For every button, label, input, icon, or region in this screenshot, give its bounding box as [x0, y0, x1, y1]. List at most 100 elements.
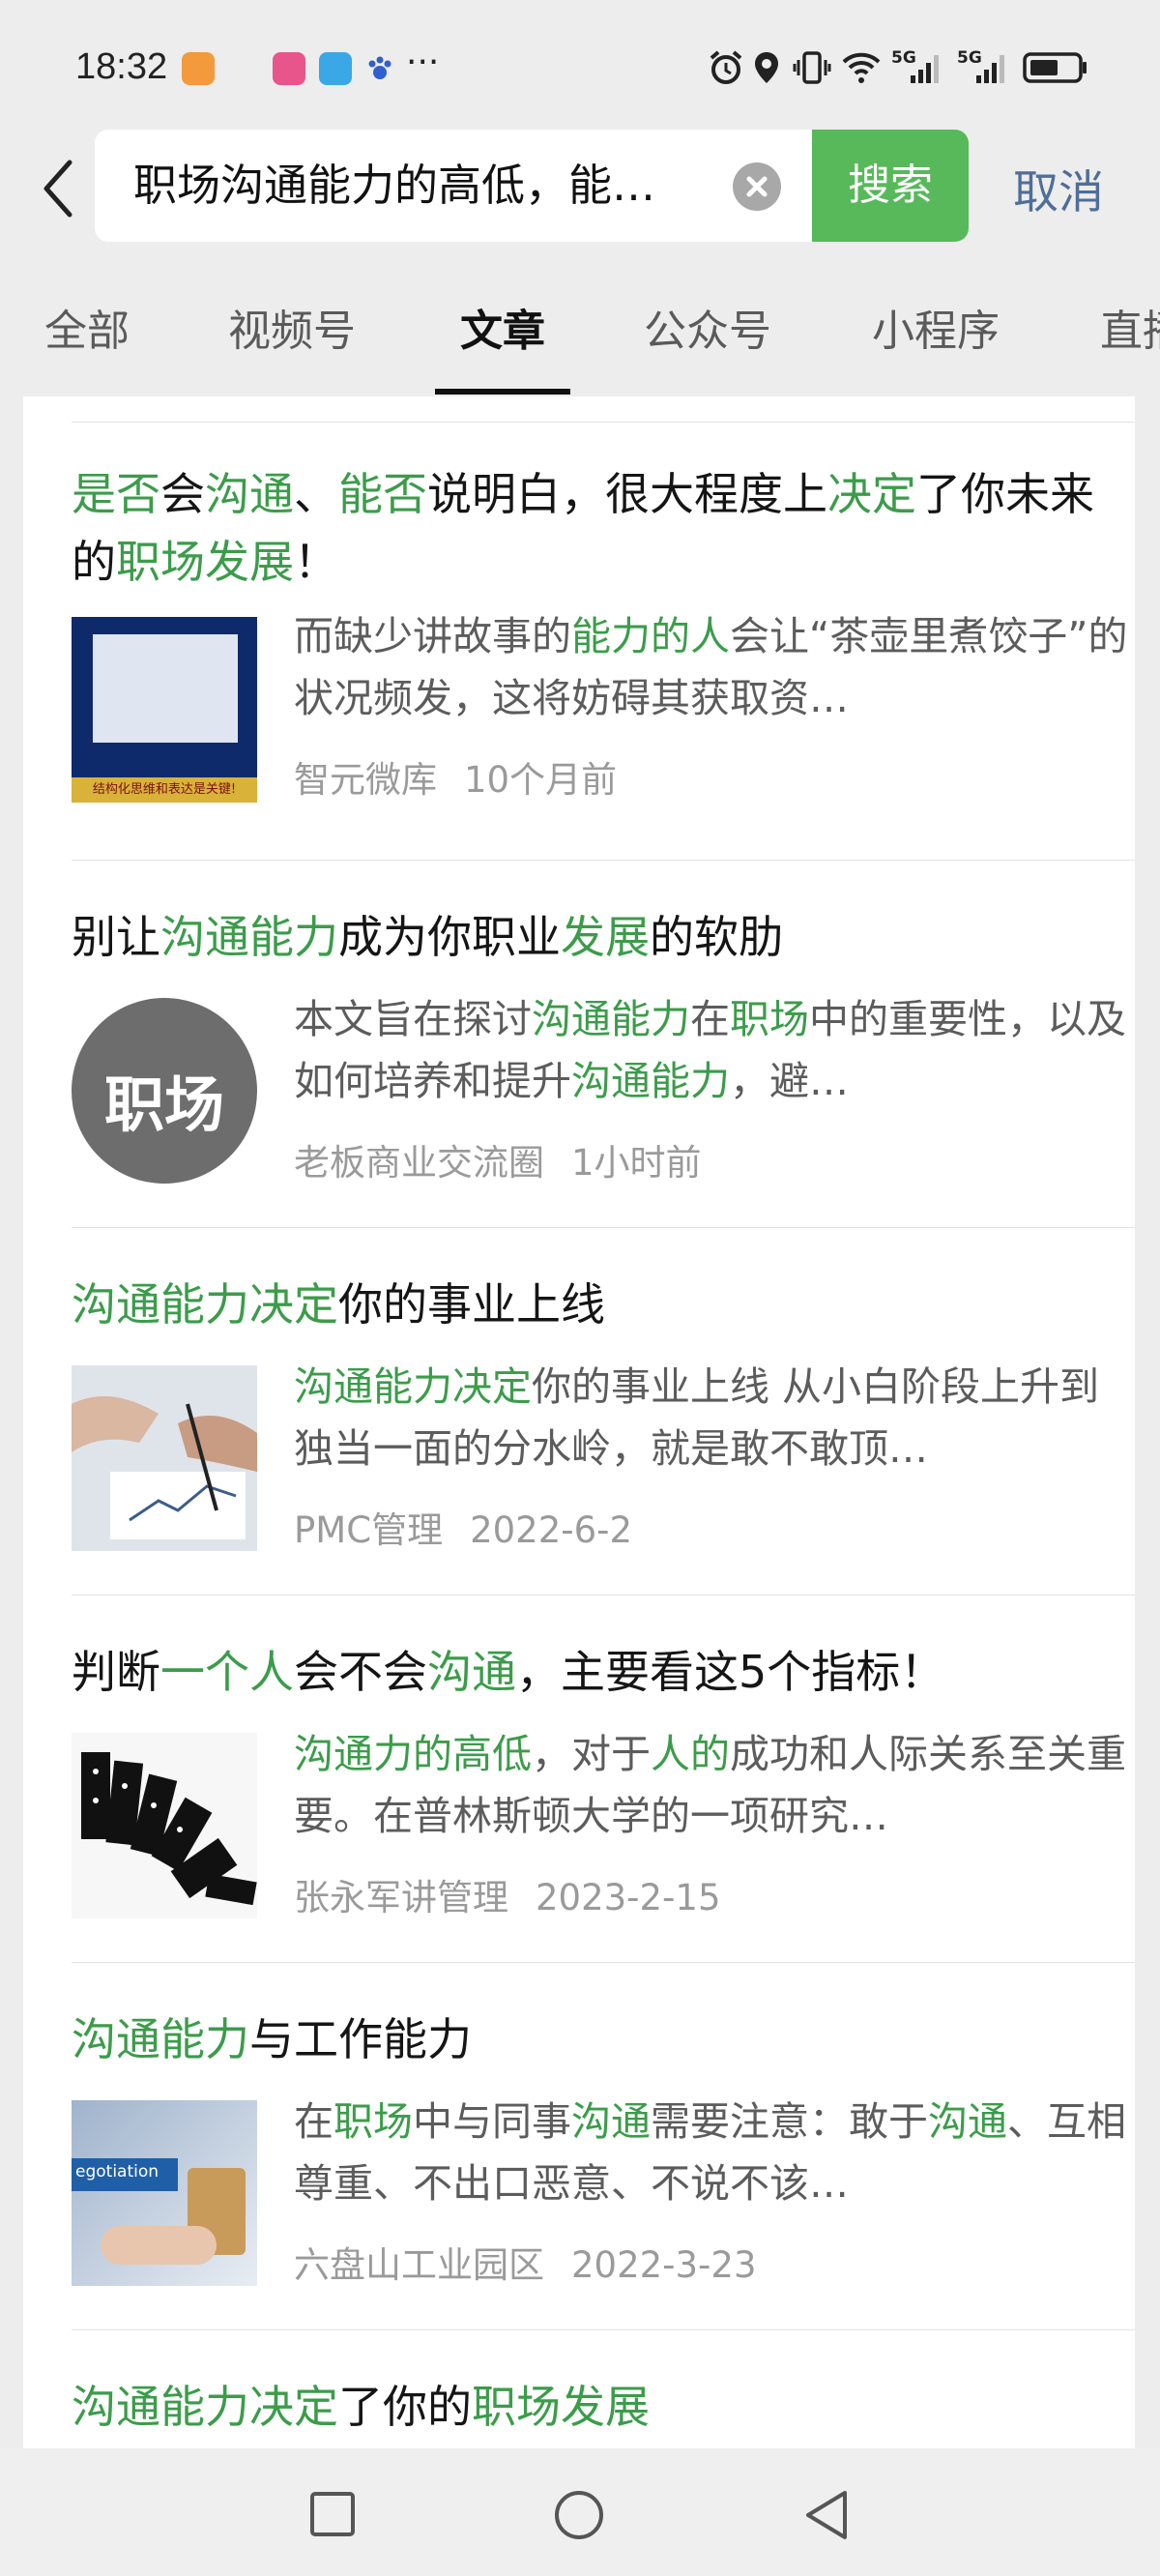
system-navigation-bar [0, 2448, 1160, 2576]
text-segment: 会不会 [294, 1646, 427, 1698]
keyword-highlight: 能力的人 [571, 613, 730, 659]
location-icon [755, 52, 778, 83]
article-title[interactable]: 沟通能力决定你的事业上线 [72, 1271, 1135, 1338]
tab-articles[interactable]: 文章 [460, 296, 545, 358]
office-photo-icon [72, 1365, 257, 1551]
back-icon[interactable] [802, 2489, 851, 2541]
thumbnail-caption: 职场 [103, 1069, 224, 1140]
status-bar: 18:32 ··· 5G 5G [0, 0, 1160, 126]
tab-mini-programs[interactable]: 小程序 [872, 296, 1000, 358]
text-segment: ！ [294, 536, 338, 588]
keyword-highlight: 人的 [651, 1731, 730, 1777]
article-item[interactable]: 判断一个人会不会沟通，主要看这5个指标！ 沟通力的高低，对于人的成功和人际关系至… [72, 1595, 1135, 1963]
article-meta: PMC管理 2022-6-2 [294, 1501, 632, 1553]
article-title[interactable]: 是否会沟通、能否说明白，很大程度上决定了你未来的职场发展！ [72, 460, 1135, 596]
text-segment: 需要注意：敢于 [651, 2098, 928, 2145]
article-time: 10个月前 [464, 759, 618, 801]
article-thumbnail [72, 1365, 257, 1551]
article-title[interactable]: 沟通能力与工作能力 [72, 2005, 1135, 2073]
text-segment: 你的事业上线 [338, 1278, 605, 1331]
tab-live[interactable]: 直播 [1100, 296, 1160, 358]
text-segment: 中与同事 [413, 2098, 571, 2145]
article-source[interactable]: PMC管理 [294, 1509, 443, 1551]
thumbnail-caption: egotiation [75, 2162, 160, 2181]
article-time: 1小时前 [571, 1142, 702, 1184]
recent-apps-icon[interactable] [309, 2491, 356, 2537]
clock: 18:32 [75, 46, 168, 87]
keyword-highlight: 是否 [72, 468, 160, 520]
search-query-text[interactable]: 职场沟通能力的高低，能… [133, 130, 655, 242]
article-results-list: 是否会沟通、能否说明白，很大程度上决定了你未来的职场发展！ 结构化思维和表达是关… [23, 396, 1135, 2448]
article-item[interactable]: 别让沟通能力成为你职业发展的软肋 职场 本文旨在探讨沟通能力在职场中的重要性，以… [72, 861, 1135, 1228]
more-notifications: ··· [406, 43, 440, 82]
article-snippet: 沟通力的高低，对于人的成功和人际关系至关重要。在普林斯顿大学的一项研究… [294, 1723, 1135, 1847]
keyword-highlight: 沟通能力 [72, 2013, 249, 2065]
article-time: 2022-6-2 [470, 1509, 633, 1551]
article-meta: 老板商业交流圈 1小时前 [294, 1133, 702, 1186]
keyword-highlight: 沟通 [205, 468, 294, 520]
result-type-tabs: 全部 视频号 文章 公众号 小程序 直播 [0, 253, 1160, 396]
app-badge-icon [182, 52, 215, 85]
book-cover-caption: 结构化思维和表达是关键! [92, 782, 237, 797]
keyword-highlight: 沟通能力 [532, 996, 690, 1042]
search-input[interactable]: 职场沟通能力的高低，能… 搜索 [95, 130, 969, 242]
tab-official-accounts[interactable]: 公众号 [644, 296, 771, 358]
article-source[interactable]: 老板商业交流圈 [294, 1142, 544, 1184]
text-segment: 成为你职业 [338, 911, 561, 963]
tab-channels[interactable]: 视频号 [228, 296, 356, 358]
article-source[interactable]: 张永军讲管理 [294, 1877, 508, 1918]
reader-app-icon [319, 52, 352, 85]
signal-icon [976, 55, 1004, 83]
article-meta: 智元微库 10个月前 [294, 750, 617, 803]
article-snippet: 本文旨在探讨沟通能力在职场中的重要性，以及如何培养和提升沟通能力，避… [294, 988, 1135, 1112]
keyword-highlight: 发展 [561, 911, 650, 963]
battery-icon [1023, 52, 1087, 83]
clear-search-icon[interactable] [733, 162, 781, 211]
text-segment: ，主要看这5个指标！ [516, 1646, 945, 1698]
text-segment: 的软肋 [650, 911, 783, 963]
text-segment: ，对于 [532, 1731, 651, 1777]
article-item[interactable]: 沟通能力决定了你的职场发展 [72, 2330, 1135, 2448]
keyword-highlight: 决定 [827, 468, 916, 520]
article-snippet: 沟通能力决定你的事业上线 从小白阶段上升到独当一面的分水岭，就是敢不敢顶… [294, 1356, 1135, 1479]
text-segment: 与工作能力 [249, 2013, 472, 2065]
keyword-highlight: 沟通 [571, 2098, 651, 2145]
back-arrow-icon[interactable] [37, 155, 79, 222]
keyword-highlight: 沟通能力 [160, 911, 338, 963]
list-divider [72, 422, 1135, 423]
text-segment: 了你的 [338, 2381, 472, 2433]
search-button[interactable]: 搜索 [812, 130, 969, 242]
article-meta: 张永军讲管理 2023-2-15 [294, 1868, 721, 1920]
article-item[interactable]: 沟通能力决定你的事业上线 沟通能力决定你的事业上线 从小白阶段上升到独当一面的分… [72, 1228, 1135, 1595]
keyword-highlight: 职场发展 [472, 2381, 650, 2433]
keyword-highlight: 沟通 [427, 1646, 516, 1698]
article-item[interactable]: 是否会沟通、能否说明白，很大程度上决定了你未来的职场发展！ 结构化思维和表达是关… [72, 460, 1135, 861]
article-title[interactable]: 沟通能力决定了你的职场发展 [72, 2373, 1135, 2441]
article-title[interactable]: 判断一个人会不会沟通，主要看这5个指标！ [72, 1638, 1135, 1706]
active-tab-indicator [435, 389, 570, 395]
article-title[interactable]: 别让沟通能力成为你职业发展的软肋 [72, 903, 1135, 971]
keyword-highlight: 能否 [338, 468, 427, 520]
keyword-highlight: 沟通能力决定 [72, 2381, 338, 2433]
tab-all[interactable]: 全部 [44, 296, 130, 358]
cancel-button[interactable]: 取消 [1013, 155, 1104, 221]
text-segment: 判断 [72, 1646, 160, 1698]
article-source[interactable]: 智元微库 [294, 759, 437, 801]
home-icon[interactable] [553, 2489, 605, 2541]
music-app-icon [273, 52, 305, 85]
article-item[interactable]: 沟通能力与工作能力 egotiation 在职场中与同事沟通需要注意：敢于沟通、… [72, 1963, 1135, 2330]
article-thumbnail: egotiation [72, 2100, 257, 2286]
keyword-highlight: 职场 [730, 996, 809, 1042]
text-segment: 在 [690, 996, 730, 1042]
wifi-icon [842, 52, 881, 83]
article-time: 2023-2-15 [536, 1877, 721, 1918]
keyword-highlight: 沟通能力 [571, 1058, 730, 1104]
paw-app-icon [363, 52, 396, 85]
article-time: 2022-3-23 [571, 2244, 757, 2286]
text-segment: 、 [294, 468, 338, 520]
text-segment: 别让 [72, 911, 160, 963]
search-header: 职场沟通能力的高低，能… 搜索 取消 [0, 126, 1160, 253]
article-meta: 六盘山工业园区 2022-3-23 [294, 2236, 757, 2288]
text-segment: 而缺少讲故事的 [294, 613, 571, 659]
article-source[interactable]: 六盘山工业园区 [294, 2244, 544, 2286]
